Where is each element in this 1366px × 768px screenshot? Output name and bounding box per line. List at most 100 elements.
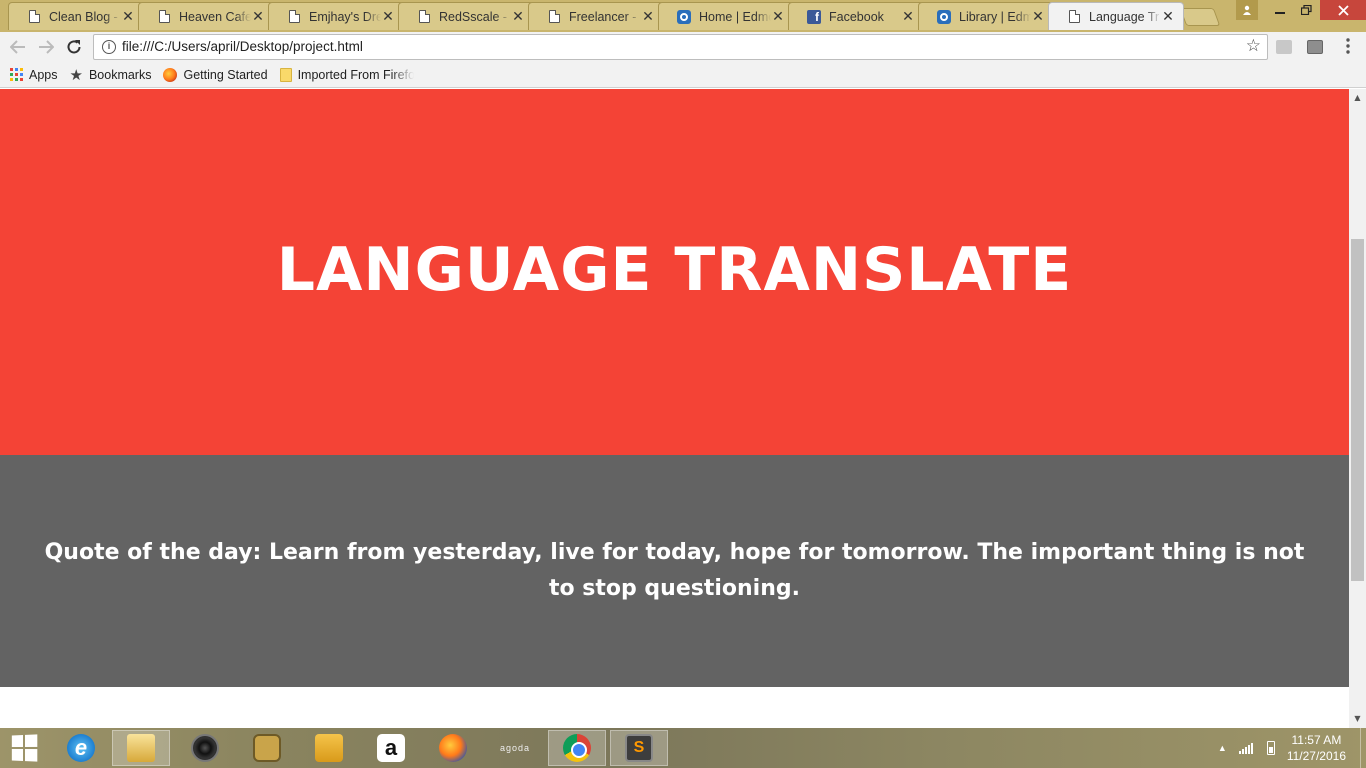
url-text[interactable]: file:///C:/Users/april/Desktop/project.h… <box>122 39 363 54</box>
taskbar-amazon[interactable]: a <box>362 730 420 766</box>
edmodo-icon <box>937 9 951 24</box>
scroll-thumb[interactable] <box>1351 239 1364 581</box>
document-icon <box>417 10 431 24</box>
bookmarks-bar: Apps ★ Bookmarks Getting Started Importe… <box>0 62 1366 88</box>
start-button[interactable] <box>4 732 44 764</box>
extension-screen-icon[interactable] <box>1307 40 1323 54</box>
chrome-icon <box>563 734 591 762</box>
internet-explorer-icon: e <box>67 734 95 762</box>
taskbar-internet-explorer[interactable]: e <box>52 730 110 766</box>
taskbar-clock[interactable]: 11:57 AM 11/27/2016 <box>1287 732 1346 764</box>
reload-icon <box>67 40 81 54</box>
sublime-text-icon: S <box>625 734 653 762</box>
taskbar-firefox[interactable] <box>424 730 482 766</box>
tab-title: Clean Blog - <box>49 9 118 24</box>
tab-heaven-cafe[interactable]: Heaven Cafe ✕ <box>138 2 274 30</box>
quote-section: Quote of the day: Learn from yesterday, … <box>0 455 1349 687</box>
tab-home-edmodo[interactable]: Home | Edmo ✕ <box>658 2 794 30</box>
tab-close-icon[interactable]: ✕ <box>901 8 915 25</box>
taskbar-agoda[interactable]: agoda <box>486 730 544 766</box>
tab-close-icon[interactable]: ✕ <box>641 8 655 25</box>
scroll-up-icon[interactable]: ▲ <box>1349 91 1366 105</box>
bookmark-getting-started[interactable]: Getting Started <box>163 67 268 82</box>
tab-close-icon[interactable]: ✕ <box>381 8 395 25</box>
bookmark-label: Apps <box>29 67 58 82</box>
battery-icon[interactable] <box>1266 741 1275 755</box>
info-icon[interactable]: i <box>102 40 116 54</box>
tab-close-icon[interactable]: ✕ <box>771 8 785 25</box>
scroll-down-icon[interactable]: ▼ <box>1349 712 1366 726</box>
tab-clean-blog[interactable]: Clean Blog - ✕ <box>8 2 144 30</box>
hero-section: LANGUAGE TRANSLATE <box>0 89 1349 455</box>
reload-button[interactable] <box>63 36 85 58</box>
profile-icon[interactable] <box>1236 0 1258 20</box>
bookmark-star-icon[interactable]: ☆ <box>1246 36 1261 56</box>
forward-button[interactable] <box>35 36 57 58</box>
window-controls <box>1236 0 1366 20</box>
facebook-icon: f <box>807 9 821 24</box>
windows-taskbar: e a agoda S ▲ 11:57 AM 11/27/2016 <box>0 728 1366 768</box>
bookmark-imported-folder[interactable]: Imported From Firefox <box>279 67 414 82</box>
page-viewport: LANGUAGE TRANSLATE Quote of the day: Lea… <box>0 89 1349 728</box>
vertical-scrollbar[interactable]: ▲ ▼ <box>1349 89 1366 728</box>
tab-freelancer[interactable]: Freelancer - F ✕ <box>528 2 664 30</box>
browser-tab-strip: Clean Blog - ✕ Heaven Cafe ✕ Emjhay's Dr… <box>0 0 1366 32</box>
clock-date: 11/27/2016 <box>1286 749 1346 763</box>
show-hidden-icons-icon[interactable]: ▲ <box>1218 743 1227 753</box>
tab-title: Library | Edm <box>959 9 1031 24</box>
quote-of-the-day: Quote of the day: Learn from yesterday, … <box>44 539 1305 601</box>
extension-download-icon[interactable] <box>1276 40 1292 54</box>
show-desktop-button[interactable] <box>1360 728 1366 768</box>
taskbar-speaker-app[interactable] <box>176 730 234 766</box>
menu-icon[interactable] <box>1341 38 1355 54</box>
apps-grid-icon <box>10 68 23 81</box>
taskbar-sublime-text[interactable]: S <box>610 730 668 766</box>
speaker-app-icon <box>191 734 219 762</box>
star-icon: ★ <box>69 66 83 84</box>
tab-title: Facebook <box>829 9 884 24</box>
document-icon <box>547 10 561 24</box>
document-icon <box>1067 10 1081 24</box>
tab-close-icon[interactable]: ✕ <box>121 8 135 25</box>
amazon-icon: a <box>377 734 405 762</box>
clock-time: 11:57 AM <box>1291 733 1342 747</box>
document-icon <box>287 10 301 24</box>
tab-close-icon[interactable]: ✕ <box>1031 8 1045 25</box>
taskbar-notes-app[interactable] <box>300 730 358 766</box>
tab-close-icon[interactable]: ✕ <box>251 8 265 25</box>
bookmark-label: Imported From Firefox <box>297 67 414 82</box>
network-signal-icon[interactable] <box>1238 742 1255 754</box>
new-tab-button[interactable] <box>1179 8 1221 26</box>
address-bar[interactable]: i file:///C:/Users/april/Desktop/project… <box>93 34 1268 60</box>
close-window-button[interactable] <box>1320 0 1366 20</box>
tab-language-translate[interactable]: Language Tr ✕ <box>1048 2 1184 30</box>
bookmark-label: Bookmarks <box>88 67 152 82</box>
tab-title: Freelancer - F <box>569 9 641 24</box>
taskbar-file-explorer[interactable] <box>112 730 170 766</box>
tab-redsscale[interactable]: RedSscale - L ✕ <box>398 2 534 30</box>
restore-button[interactable] <box>1293 0 1320 20</box>
firefox-icon <box>163 67 178 82</box>
tab-title: RedSscale - L <box>439 9 511 24</box>
firefox-icon <box>439 734 467 762</box>
back-button[interactable] <box>7 36 29 58</box>
tab-library-edmodo[interactable]: Library | Edm ✕ <box>918 2 1054 30</box>
document-icon <box>27 10 41 24</box>
minimize-button[interactable] <box>1266 0 1293 20</box>
taskbar-chrome[interactable] <box>548 730 606 766</box>
tab-close-icon[interactable]: ✕ <box>1161 8 1175 25</box>
taskbar-camera-app[interactable] <box>238 730 296 766</box>
tab-close-icon[interactable]: ✕ <box>511 8 525 25</box>
tab-facebook[interactable]: f Facebook ✕ <box>788 2 924 30</box>
bookmark-label: Getting Started <box>183 67 268 82</box>
bookmark-apps[interactable]: Apps <box>10 68 58 82</box>
tab-emjhays[interactable]: Emjhay's Dre ✕ <box>268 2 404 30</box>
edmodo-icon <box>677 9 691 24</box>
page-title: LANGUAGE TRANSLATE <box>276 235 1073 305</box>
document-icon <box>157 10 171 24</box>
folder-icon <box>279 67 292 82</box>
bookmark-bookmarks[interactable]: ★ Bookmarks <box>70 66 152 84</box>
tab-title: Emjhay's Dre <box>309 9 381 24</box>
tab-title: Language Tr <box>1089 9 1160 24</box>
camera-app-icon <box>253 734 281 762</box>
